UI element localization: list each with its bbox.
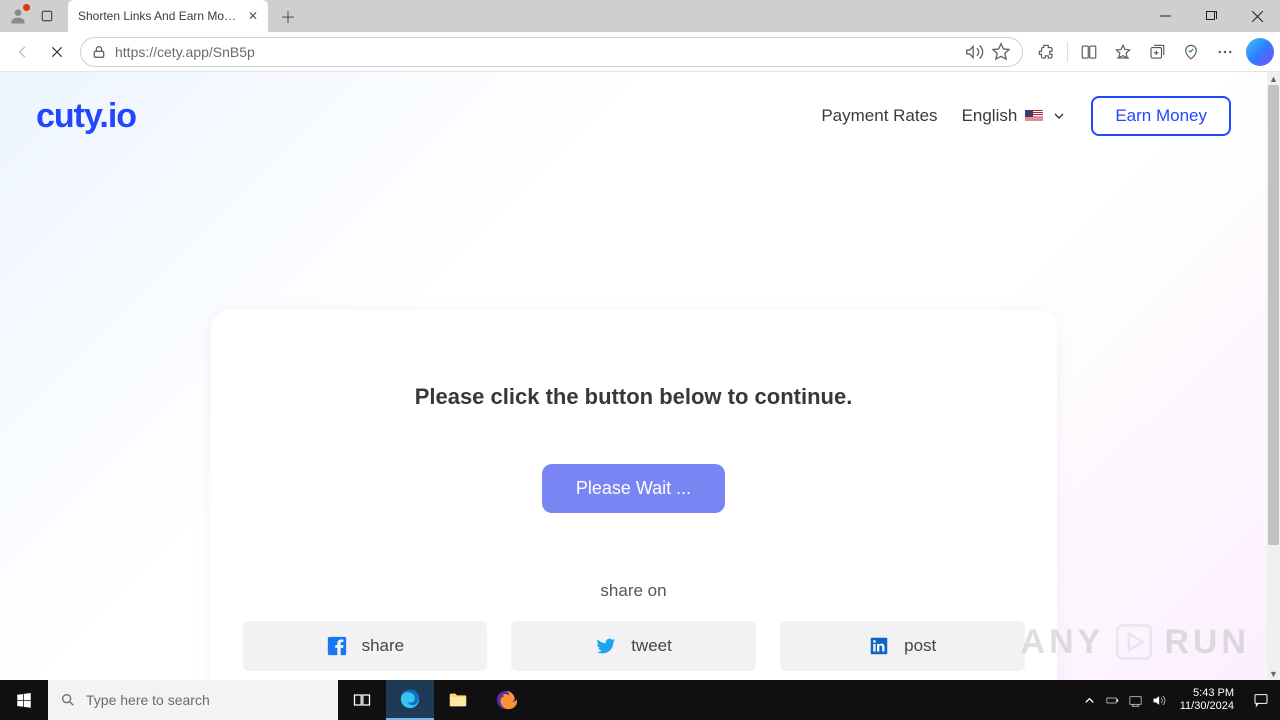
copilot-icon[interactable]	[1246, 38, 1274, 66]
flag-us-icon	[1025, 110, 1043, 122]
chevron-down-icon	[1051, 108, 1067, 124]
nav-stop-button[interactable]	[40, 35, 74, 69]
scroll-up-icon[interactable]: ▲	[1267, 72, 1280, 85]
taskbar-clock[interactable]: 5:43 PM 11/30/2024	[1172, 687, 1242, 713]
battery-icon[interactable]	[1105, 693, 1120, 708]
browser-tab[interactable]: Shorten Links And Earn Money | ✕	[68, 0, 268, 32]
favorite-star-icon[interactable]	[990, 41, 1012, 63]
tab-close-icon[interactable]: ✕	[248, 9, 258, 23]
taskbar-edge-button[interactable]	[386, 680, 434, 720]
notification-dot-icon	[23, 4, 30, 11]
nav-payment-rates[interactable]: Payment Rates	[821, 106, 937, 126]
page-viewport: cuty.io Payment Rates English Earn Money…	[0, 72, 1280, 680]
url-text: https://cety.app/SnB5p	[115, 44, 960, 60]
collections-icon[interactable]	[1140, 35, 1174, 69]
task-view-icon	[352, 690, 372, 710]
tab-actions-icon[interactable]	[36, 5, 58, 27]
search-placeholder: Type here to search	[86, 692, 210, 708]
windows-icon	[15, 691, 33, 709]
volume-icon[interactable]	[1151, 693, 1166, 708]
taskbar-firefox-button[interactable]	[482, 680, 530, 720]
taskbar-explorer-button[interactable]	[434, 680, 482, 720]
tray-chevron-up-icon[interactable]	[1082, 693, 1097, 708]
task-view-button[interactable]	[338, 680, 386, 720]
vertical-scrollbar[interactable]: ▲ ▼	[1267, 72, 1280, 680]
please-wait-button[interactable]: Please Wait ...	[542, 464, 725, 513]
split-screen-icon[interactable]	[1072, 35, 1106, 69]
url-input[interactable]: https://cety.app/SnB5p	[80, 37, 1023, 67]
action-center-button[interactable]	[1242, 680, 1280, 720]
facebook-icon	[326, 635, 348, 657]
read-aloud-icon[interactable]	[964, 41, 986, 63]
browser-titlebar: Shorten Links And Earn Money | ✕ ＋	[0, 0, 1280, 32]
share-facebook-button[interactable]: share	[243, 621, 488, 671]
window-minimize-button[interactable]	[1142, 0, 1188, 32]
continue-card: Please click the button below to continu…	[211, 310, 1057, 680]
share-linkedin-label: post	[904, 636, 936, 656]
play-icon	[1114, 622, 1154, 662]
edge-icon	[399, 688, 421, 710]
card-heading: Please click the button below to continu…	[243, 384, 1025, 410]
firefox-icon	[495, 689, 517, 711]
network-icon[interactable]	[1128, 693, 1143, 708]
windows-taskbar: Type here to search 5:43 PM 11/30/2024	[0, 680, 1280, 720]
folder-icon	[447, 689, 469, 711]
earn-money-button[interactable]: Earn Money	[1091, 96, 1231, 136]
anyrun-watermark: ANY RUN	[1021, 622, 1250, 662]
language-selector[interactable]: English	[962, 106, 1068, 126]
window-maximize-button[interactable]	[1188, 0, 1234, 32]
twitter-icon	[595, 635, 617, 657]
share-twitter-label: tweet	[631, 636, 672, 656]
system-tray[interactable]	[1076, 693, 1172, 708]
site-logo[interactable]: cuty.io	[36, 97, 136, 136]
search-icon	[60, 692, 76, 708]
new-tab-button[interactable]: ＋	[274, 2, 302, 30]
clock-time: 5:43 PM	[1180, 687, 1234, 700]
nav-back-button[interactable]	[6, 35, 40, 69]
browser-addressbar: https://cety.app/SnB5p	[0, 32, 1280, 72]
share-twitter-button[interactable]: tweet	[511, 621, 756, 671]
tab-title: Shorten Links And Earn Money |	[78, 9, 238, 23]
scrollbar-thumb[interactable]	[1268, 85, 1279, 545]
scroll-down-icon[interactable]: ▼	[1267, 667, 1280, 680]
share-facebook-label: share	[362, 636, 405, 656]
share-on-label: share on	[243, 581, 1025, 601]
lock-icon	[91, 44, 107, 60]
menu-dots-icon[interactable]	[1208, 35, 1242, 69]
share-linkedin-button[interactable]: post	[780, 621, 1025, 671]
notification-icon	[1253, 692, 1269, 708]
language-label: English	[962, 106, 1018, 126]
clock-date: 11/30/2024	[1180, 700, 1234, 713]
start-button[interactable]	[0, 680, 48, 720]
browser-essentials-icon[interactable]	[1174, 35, 1208, 69]
favorites-icon[interactable]	[1106, 35, 1140, 69]
window-close-button[interactable]	[1234, 0, 1280, 32]
profile-icon[interactable]	[8, 6, 28, 26]
extensions-icon[interactable]	[1029, 35, 1063, 69]
site-header: cuty.io Payment Rates English Earn Money	[0, 72, 1267, 160]
taskbar-search-input[interactable]: Type here to search	[48, 680, 338, 720]
linkedin-icon	[868, 635, 890, 657]
